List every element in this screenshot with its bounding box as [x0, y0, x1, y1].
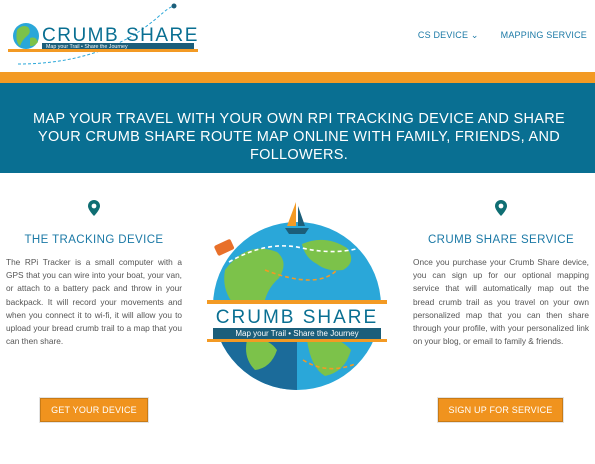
- logo-tagline: Map your Trail • Share the Journey: [235, 329, 358, 338]
- hero-banner: MAP YOUR TRAVEL WITH YOUR OWN RPI TRACKI…: [0, 83, 595, 173]
- main-nav: CS DEVICE ⌄ MAPPING SERVICE: [418, 30, 587, 41]
- map-pin-icon: [88, 200, 100, 216]
- crumb-share-service-body: Once you purchase your Crumb Share devic…: [413, 257, 589, 347]
- sign-up-for-service-button[interactable]: SIGN UP FOR SERVICE: [438, 398, 563, 422]
- crumb-share-service-title: CRUMB SHARE SERVICE: [427, 234, 575, 246]
- orange-divider: [0, 72, 595, 83]
- crumb-share-service-section: CRUMB SHARE SERVICE Once you purchase yo…: [413, 200, 589, 348]
- crumb-share-globe-logo: CRUMB SHARE Map your Trail • Share the J…: [207, 202, 387, 390]
- map-pin-icon: [495, 200, 507, 216]
- get-your-device-button[interactable]: GET YOUR DEVICE: [40, 398, 148, 422]
- tracking-device-section: THE TRACKING DEVICE The RPi Tracker is a…: [6, 200, 182, 348]
- logo-brand-name: CRUMB SHARE: [216, 307, 378, 328]
- tracking-device-body: The RPi Tracker is a small computer with…: [6, 257, 182, 347]
- nav-cs-device[interactable]: CS DEVICE ⌄: [418, 30, 479, 41]
- hero-text: MAP YOUR TRAVEL WITH YOUR OWN RPI TRACKI…: [32, 111, 565, 163]
- tracking-device-title: THE TRACKING DEVICE: [24, 234, 164, 246]
- crumb-share-logo[interactable]: CRUMB SHARE Map your Trail • Share the J…: [8, 2, 198, 70]
- brand-name: CRUMB SHARE: [42, 25, 198, 46]
- nav-mapping-service[interactable]: MAPPING SERVICE: [501, 30, 587, 41]
- site-header: CRUMB SHARE Map your Trail • Share the J…: [0, 0, 595, 72]
- brand-tagline: Map your Trail • Share the Journey: [46, 44, 128, 50]
